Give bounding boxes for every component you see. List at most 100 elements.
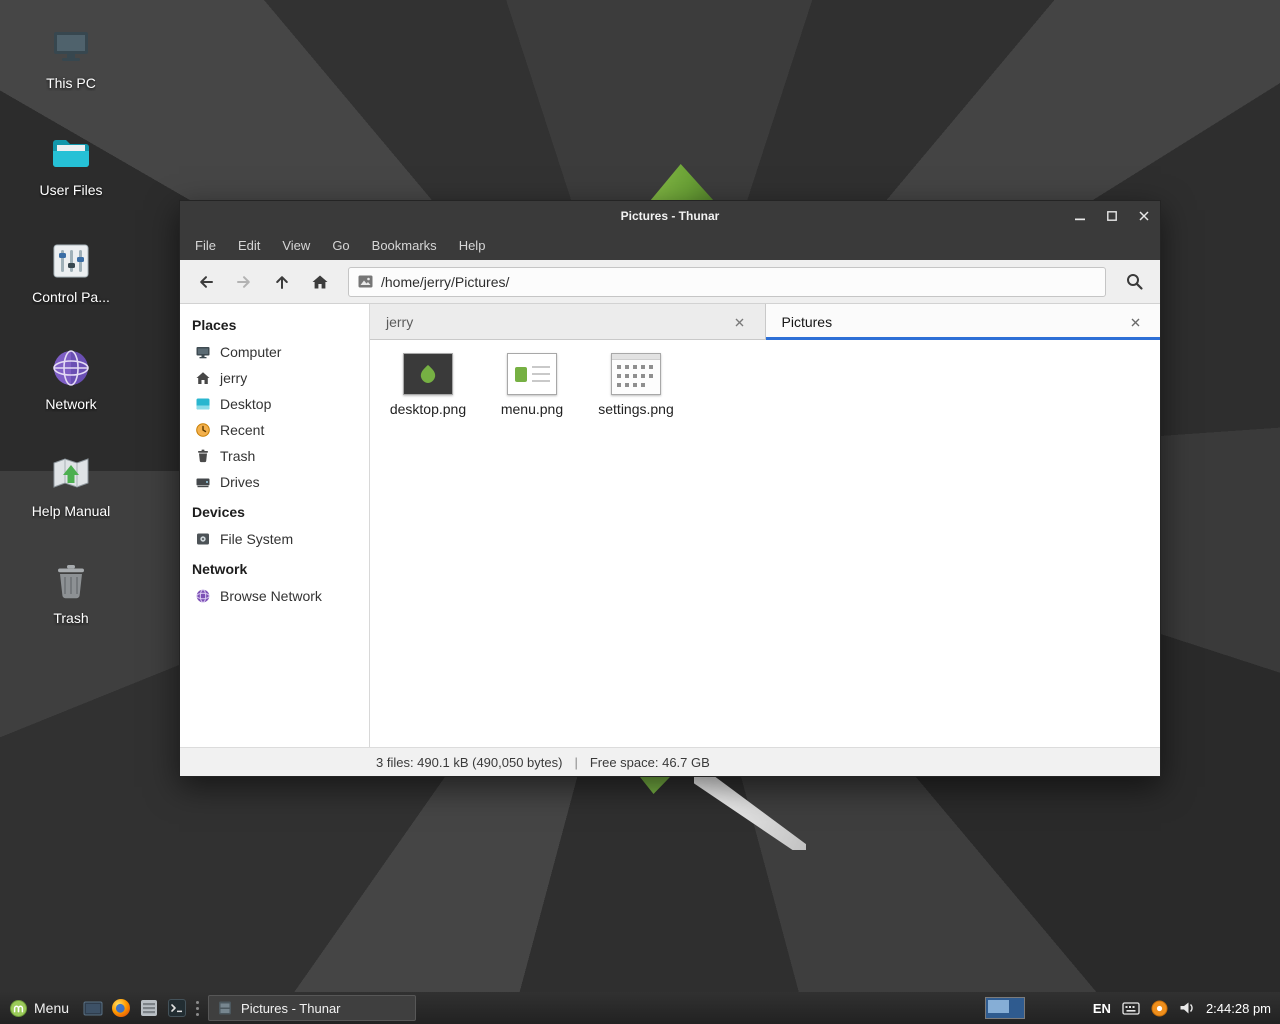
minimize-button[interactable]	[1064, 201, 1096, 231]
taskbar-window-button[interactable]: Pictures - Thunar	[208, 995, 416, 1021]
tab-jerry[interactable]: jerry	[370, 304, 766, 340]
file-desktop-png[interactable]: desktop.png	[378, 353, 478, 417]
file-menu-png[interactable]: menu.png	[482, 353, 582, 417]
home-button[interactable]	[302, 265, 338, 299]
sidebar: Places Computer jerry Desktop Recent	[180, 304, 370, 747]
home-icon	[195, 370, 211, 386]
drive-icon	[195, 474, 211, 490]
tab-close-icon[interactable]	[1126, 313, 1144, 331]
file-pane: jerry Pictures	[370, 304, 1160, 747]
menu-bookmarks[interactable]: Bookmarks	[361, 231, 448, 260]
menu-go[interactable]: Go	[321, 231, 360, 260]
sidebar-item-jerry[interactable]: jerry	[180, 365, 369, 391]
menu-edit[interactable]: Edit	[227, 231, 271, 260]
desktop-icon-column: This PC User Files Control Pa... Network…	[16, 24, 126, 626]
sidebar-item-label: Drives	[220, 474, 260, 490]
tab-close-icon[interactable]	[731, 313, 749, 331]
desktop-icon-this-pc[interactable]: This PC	[16, 24, 126, 91]
workspace-pager[interactable]	[985, 997, 1025, 1019]
sidebar-item-drives[interactable]: Drives	[180, 469, 369, 495]
image-thumbnail	[507, 353, 557, 395]
show-desktop-button[interactable]	[79, 992, 107, 1024]
menu-help[interactable]: Help	[448, 231, 497, 260]
file-name: settings.png	[598, 401, 674, 417]
image-thumbnail	[611, 353, 661, 395]
sidebar-item-browse-network[interactable]: Browse Network	[180, 583, 369, 609]
volume-icon[interactable]	[1179, 1000, 1195, 1016]
thunar-task-icon	[217, 1000, 233, 1016]
menu-view[interactable]: View	[271, 231, 321, 260]
sidebar-item-file-system[interactable]: File System	[180, 526, 369, 552]
menubar: File Edit View Go Bookmarks Help	[180, 231, 1160, 260]
sidebar-item-label: Recent	[220, 422, 264, 438]
filesystem-icon	[195, 531, 211, 547]
sidebar-header-devices: Devices	[180, 495, 369, 526]
status-free-space-text: Free space: 46.7 GB	[590, 755, 710, 770]
status-files-text: 3 files: 490.1 kB (490,050 bytes)	[376, 755, 562, 770]
sidebar-item-label: Desktop	[220, 396, 271, 412]
tab-pictures[interactable]: Pictures	[766, 304, 1161, 340]
image-thumbnail	[403, 353, 453, 395]
tab-label: jerry	[386, 314, 413, 330]
path-bar[interactable]: /home/jerry/Pictures/	[348, 267, 1106, 297]
keyboard-layout-icon[interactable]	[1122, 1000, 1140, 1017]
tab-label: Pictures	[782, 314, 833, 330]
window-controls	[1064, 201, 1160, 231]
sidebar-item-label: Trash	[220, 448, 255, 464]
folder-icon	[48, 131, 94, 177]
desktop-icon-label: Network	[45, 396, 96, 412]
file-manager-launcher[interactable]	[135, 992, 163, 1024]
computer-icon	[195, 344, 211, 360]
sidebar-item-label: File System	[220, 531, 293, 547]
desktop-icon-label: Control Pa...	[32, 289, 110, 305]
sidebar-item-desktop[interactable]: Desktop	[180, 391, 369, 417]
desktop-icon-label: Trash	[53, 610, 88, 626]
mint-menu-icon	[10, 1000, 27, 1017]
network-globe-icon	[195, 588, 211, 604]
firefox-launcher[interactable]	[107, 992, 135, 1024]
sidebar-header-network: Network	[180, 552, 369, 583]
up-button[interactable]	[264, 265, 300, 299]
sidebar-item-trash[interactable]: Trash	[180, 443, 369, 469]
window-title: Pictures - Thunar	[180, 209, 1160, 223]
desktop-icon	[195, 396, 211, 412]
file-view[interactable]: desktop.png menu.png	[370, 340, 1160, 747]
sidebar-item-recent[interactable]: Recent	[180, 417, 369, 443]
panel-grip-handle[interactable]	[191, 992, 203, 1024]
file-settings-png[interactable]: settings.png	[586, 353, 686, 417]
computer-icon	[48, 24, 94, 70]
desktop-icon-help-manual[interactable]: Help Manual	[16, 452, 126, 519]
updates-icon[interactable]	[1151, 1000, 1168, 1017]
desktop-icon-network[interactable]: Network	[16, 345, 126, 412]
maximize-button[interactable]	[1096, 201, 1128, 231]
recent-clock-icon	[195, 422, 211, 438]
back-button[interactable]	[188, 265, 224, 299]
trash-icon	[195, 448, 211, 464]
titlebar[interactable]: Pictures - Thunar	[180, 201, 1160, 231]
sidebar-item-computer[interactable]: Computer	[180, 339, 369, 365]
start-menu-label: Menu	[34, 1000, 69, 1016]
thunar-window: Pictures - Thunar File Edit View Go Book…	[179, 200, 1161, 777]
terminal-launcher[interactable]	[163, 992, 191, 1024]
desktop-icon-control-panel[interactable]: Control Pa...	[16, 238, 126, 305]
help-manual-icon	[48, 452, 94, 498]
path-text: /home/jerry/Pictures/	[381, 274, 509, 290]
desktop-icon-label: User Files	[39, 182, 102, 198]
taskbar-window-label: Pictures - Thunar	[241, 1001, 340, 1016]
trash-icon	[48, 559, 94, 605]
close-button[interactable]	[1128, 201, 1160, 231]
keyboard-language-indicator[interactable]: EN	[1093, 1001, 1111, 1016]
desktop-icon-user-files[interactable]: User Files	[16, 131, 126, 198]
start-menu-button[interactable]: Menu	[0, 992, 79, 1024]
desktop-icon-trash[interactable]: Trash	[16, 559, 126, 626]
file-name: menu.png	[501, 401, 563, 417]
desktop-icon-label: This PC	[46, 75, 96, 91]
toolbar: /home/jerry/Pictures/	[180, 260, 1160, 304]
system-tray: EN 2:44:28 pm	[985, 997, 1280, 1019]
search-button[interactable]	[1116, 265, 1152, 299]
clock[interactable]: 2:44:28 pm	[1206, 1001, 1271, 1016]
forward-button[interactable]	[226, 265, 262, 299]
image-location-icon	[358, 275, 373, 288]
menu-file[interactable]: File	[184, 231, 227, 260]
taskbar: Menu Pictures - Thunar EN	[0, 992, 1280, 1024]
